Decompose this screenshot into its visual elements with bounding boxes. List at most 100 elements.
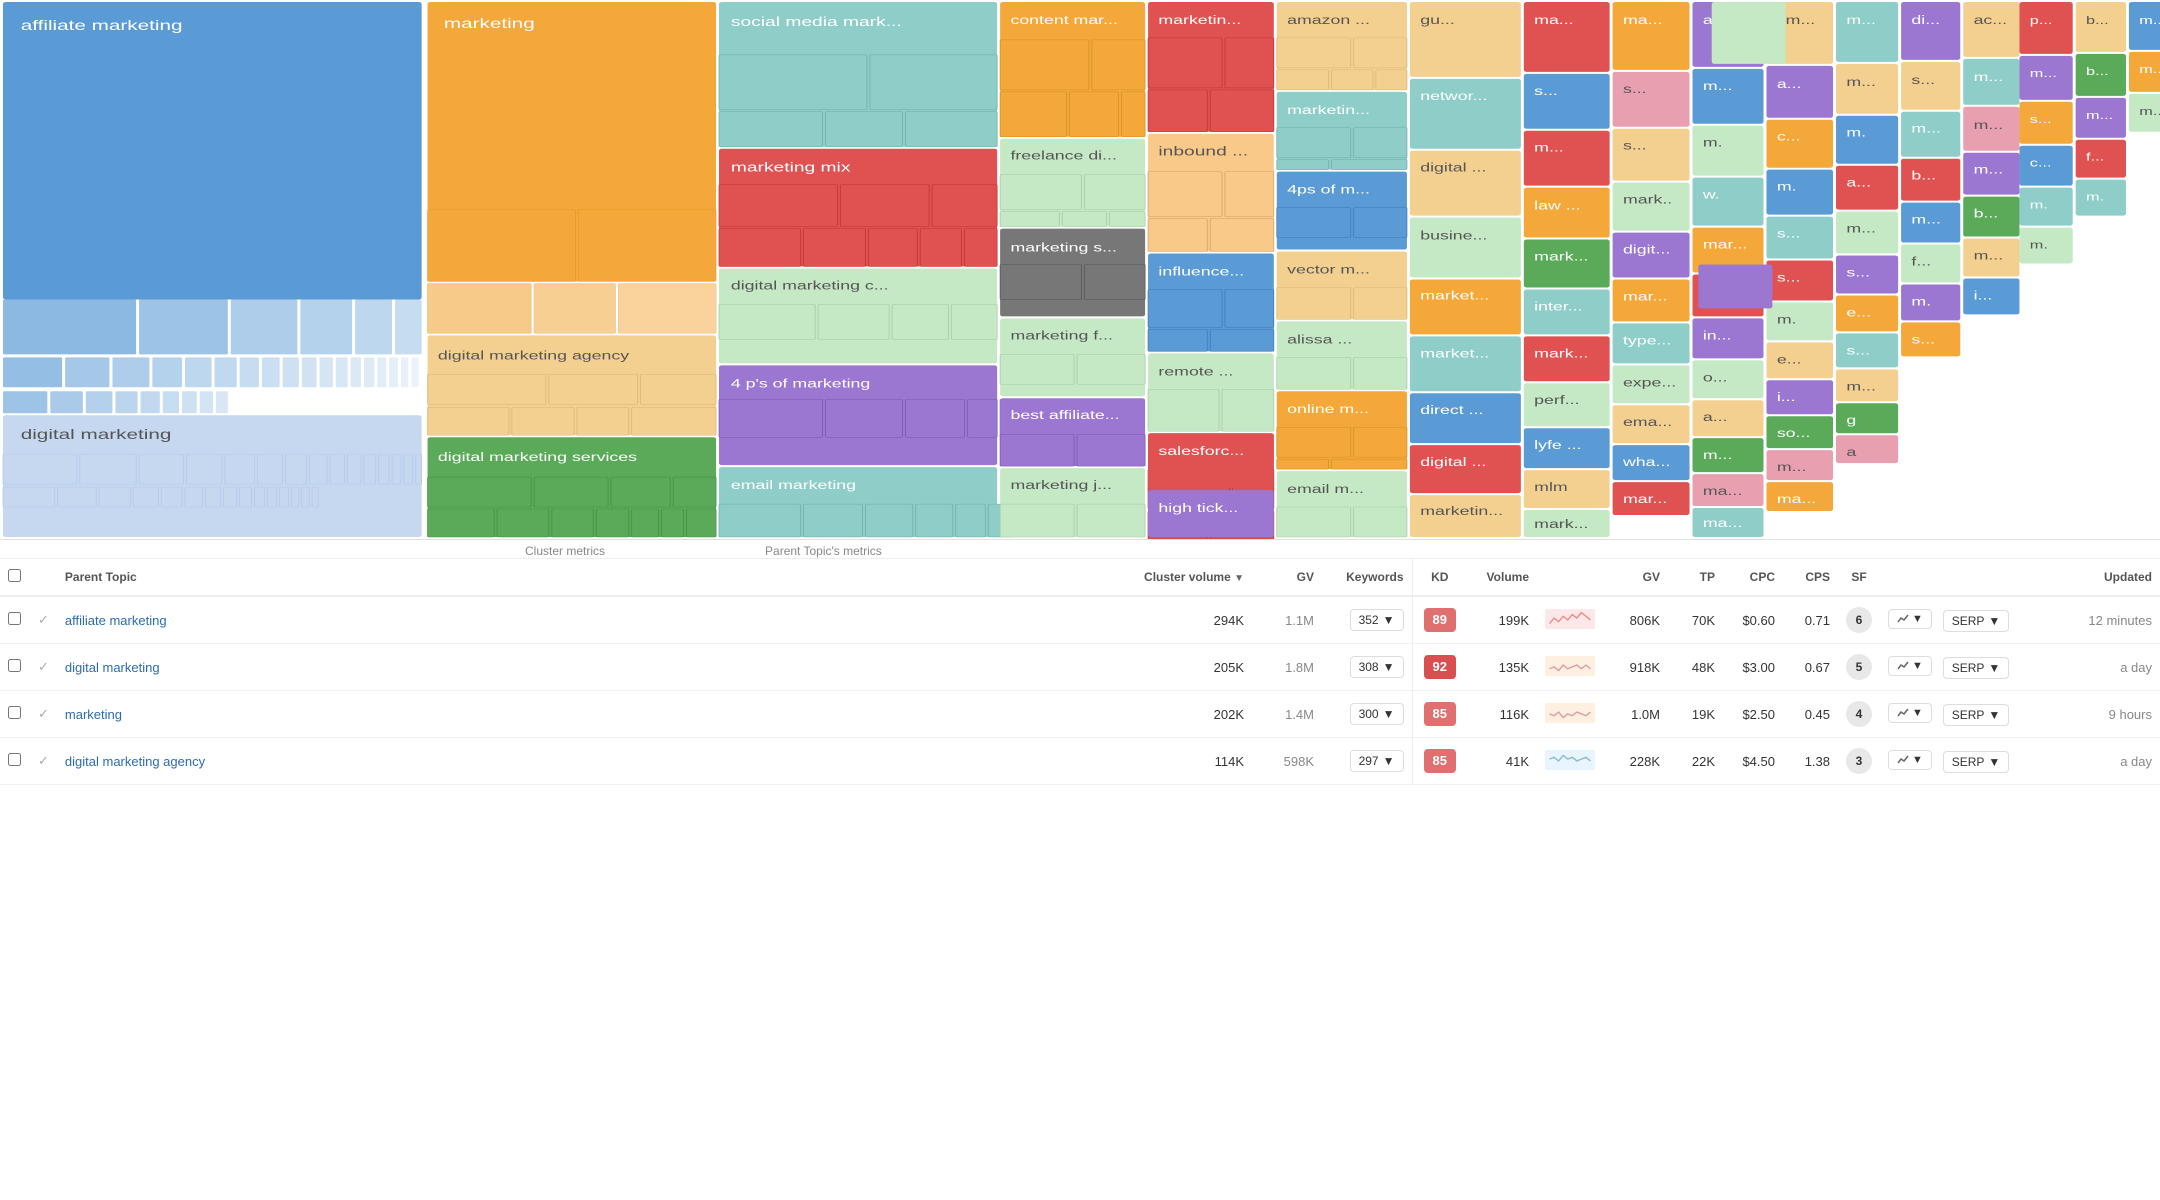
trend-chart-icon (1897, 660, 1909, 672)
serp-dropdown-arrow: ▼ (1988, 614, 2000, 628)
sparkline-row-digital (1545, 655, 1595, 677)
svg-text:mark...: mark... (1534, 250, 1588, 263)
row-cps-row-affiliate: 0.71 (1783, 596, 1838, 644)
serp-dropdown-row-digital[interactable]: SERP ▼ (1943, 657, 2010, 679)
svg-text:content mar...: content mar... (1010, 14, 1117, 27)
svg-text:m...: m... (1911, 213, 1941, 226)
topic-link-row-digital[interactable]: digital marketing (65, 660, 160, 675)
select-all-checkbox[interactable] (0, 559, 30, 596)
row-gv-row-affiliate: 1.1M (1252, 596, 1322, 644)
trend-button-row-affiliate[interactable]: ▼ (1888, 609, 1932, 629)
keywords-dropdown-row-agency[interactable]: 297 ▼ (1350, 750, 1404, 772)
row-topic-row-affiliate[interactable]: affiliate marketing (57, 596, 1136, 644)
svg-text:a: a (1846, 446, 1857, 459)
row-keywords-row-affiliate[interactable]: 352 ▼ (1322, 596, 1412, 644)
row-cps-row-agency: 1.38 (1783, 738, 1838, 785)
table-row: ✓ affiliate marketing 294K 1.1M 352 ▼ 89… (0, 596, 2160, 644)
svg-text:direct ...: direct ... (1420, 404, 1483, 417)
updated-header: Updated (2060, 559, 2160, 596)
cluster-metrics-label: Cluster metrics (525, 544, 605, 558)
cluster-volume-label: Cluster volume (1144, 570, 1231, 584)
row-checkbox-row-marketing[interactable] (0, 691, 30, 738)
svg-text:s...: s... (1623, 83, 1647, 96)
svg-text:digital ...: digital ... (1420, 456, 1486, 469)
svg-text:s...: s... (1846, 344, 1870, 357)
svg-text:networ...: networ... (1420, 90, 1487, 103)
row-topic-row-agency[interactable]: digital marketing agency (57, 738, 1136, 785)
topic-link-row-marketing[interactable]: marketing (65, 707, 122, 722)
trend-button-row-agency[interactable]: ▼ (1888, 750, 1932, 770)
serp-dropdown-arrow: ▼ (1988, 708, 2000, 722)
serp-dropdown-row-marketing[interactable]: SERP ▼ (1943, 704, 2010, 726)
row-cpc-row-agency: $4.50 (1723, 738, 1783, 785)
svg-text:online m...: online m... (1287, 403, 1369, 416)
svg-text:m...: m... (1846, 222, 1876, 235)
svg-text:ma...: ma... (1777, 493, 1816, 506)
serp-dropdown-row-agency[interactable]: SERP ▼ (1943, 751, 2010, 773)
keywords-dropdown-row-digital[interactable]: 308 ▼ (1350, 656, 1404, 678)
svg-text:ma...: ma... (1623, 14, 1662, 27)
row-checkmark-row-affiliate: ✓ (30, 596, 57, 644)
svg-text:lyfe ...: lyfe ... (1534, 439, 1581, 452)
row-checkbox-row-agency[interactable] (0, 738, 30, 785)
svg-text:alissa ...: alissa ... (1287, 333, 1352, 346)
row-kd-row-affiliate: 89 (1412, 596, 1467, 644)
serp-dropdown-arrow: ▼ (1988, 755, 2000, 769)
svg-text:freelance di...: freelance di... (1010, 149, 1116, 162)
svg-text:mark...: mark... (1534, 518, 1588, 531)
svg-text:m...: m... (1974, 249, 2004, 262)
svg-text:b...: b... (1911, 169, 1936, 182)
topic-link-row-affiliate[interactable]: affiliate marketing (65, 613, 167, 628)
svg-text:m...: m... (1703, 80, 1733, 93)
cpc-header: CPC (1723, 559, 1783, 596)
row-actions-row-affiliate[interactable]: ▼ SERP ▼ (1880, 596, 2060, 644)
row-topic-row-marketing[interactable]: marketing (57, 691, 1136, 738)
serp-dropdown-row-affiliate[interactable]: SERP ▼ (1943, 610, 2010, 632)
svg-text:wha...: wha... (1622, 456, 1670, 469)
svg-text:digital marketing agency: digital marketing agency (438, 349, 630, 362)
row-keywords-row-agency[interactable]: 297 ▼ (1322, 738, 1412, 785)
svg-text:c...: c... (1777, 130, 1801, 143)
row-clvol-row-agency: 114K (1136, 738, 1252, 785)
row-gv-row-agency: 598K (1252, 738, 1322, 785)
topic-link-row-agency[interactable]: digital marketing agency (65, 754, 205, 769)
row-actions-row-digital[interactable]: ▼ SERP ▼ (1880, 644, 2060, 691)
row-kd-row-agency: 85 (1412, 738, 1467, 785)
svg-text:high tick...: high tick... (1158, 502, 1238, 515)
svg-text:marketing s...: marketing s... (1010, 241, 1116, 254)
keywords-dropdown-row-marketing[interactable]: 300 ▼ (1350, 703, 1404, 725)
svg-text:i...: i... (1777, 391, 1796, 404)
row-clvol-row-affiliate: 294K (1136, 596, 1252, 644)
svg-text:mlm: mlm (1534, 481, 1567, 494)
row-topic-row-digital[interactable]: digital marketing (57, 644, 1136, 691)
table-row: ✓ marketing 202K 1.4M 300 ▼ 85 116K 1.0M… (0, 691, 2160, 738)
row-checkbox-row-digital[interactable] (0, 644, 30, 691)
svg-text:b...: b... (2086, 65, 2109, 78)
trend-chart-icon (1897, 707, 1909, 719)
sf-badge-row-digital: 5 (1846, 654, 1872, 680)
trend-button-row-digital[interactable]: ▼ (1888, 656, 1932, 676)
check-col-header (30, 559, 57, 596)
svg-text:s...: s... (1777, 227, 1801, 240)
svg-text:inter...: inter... (1534, 300, 1582, 313)
row-checkbox-row-affiliate[interactable] (0, 596, 30, 644)
parent-topic-header: Parent Topic (57, 559, 1136, 596)
keywords-dropdown-row-affiliate[interactable]: 352 ▼ (1350, 609, 1404, 631)
treemap-container: affiliate marketing (0, 0, 2160, 540)
row-actions-row-marketing[interactable]: ▼ SERP ▼ (1880, 691, 2060, 738)
row-cpc-row-affiliate: $0.60 (1723, 596, 1783, 644)
gv-header: GV (1252, 559, 1322, 596)
sparkline-row-agency (1545, 749, 1595, 771)
kd-header: KD (1412, 559, 1467, 596)
row-keywords-row-digital[interactable]: 308 ▼ (1322, 644, 1412, 691)
row-sf-row-marketing: 4 (1838, 691, 1880, 738)
row-kd-row-digital: 92 (1412, 644, 1467, 691)
kd-badge-row-affiliate: 89 (1424, 608, 1456, 632)
trend-button-row-marketing[interactable]: ▼ (1888, 703, 1932, 723)
row-keywords-row-marketing[interactable]: 300 ▼ (1322, 691, 1412, 738)
row-gv-row-digital: 1.8M (1252, 644, 1322, 691)
svg-text:m.: m. (2086, 190, 2104, 203)
row-actions-row-agency[interactable]: ▼ SERP ▼ (1880, 738, 2060, 785)
cluster-volume-header[interactable]: Cluster volume ▼ (1136, 559, 1252, 596)
kd-badge-row-digital: 92 (1424, 655, 1456, 679)
